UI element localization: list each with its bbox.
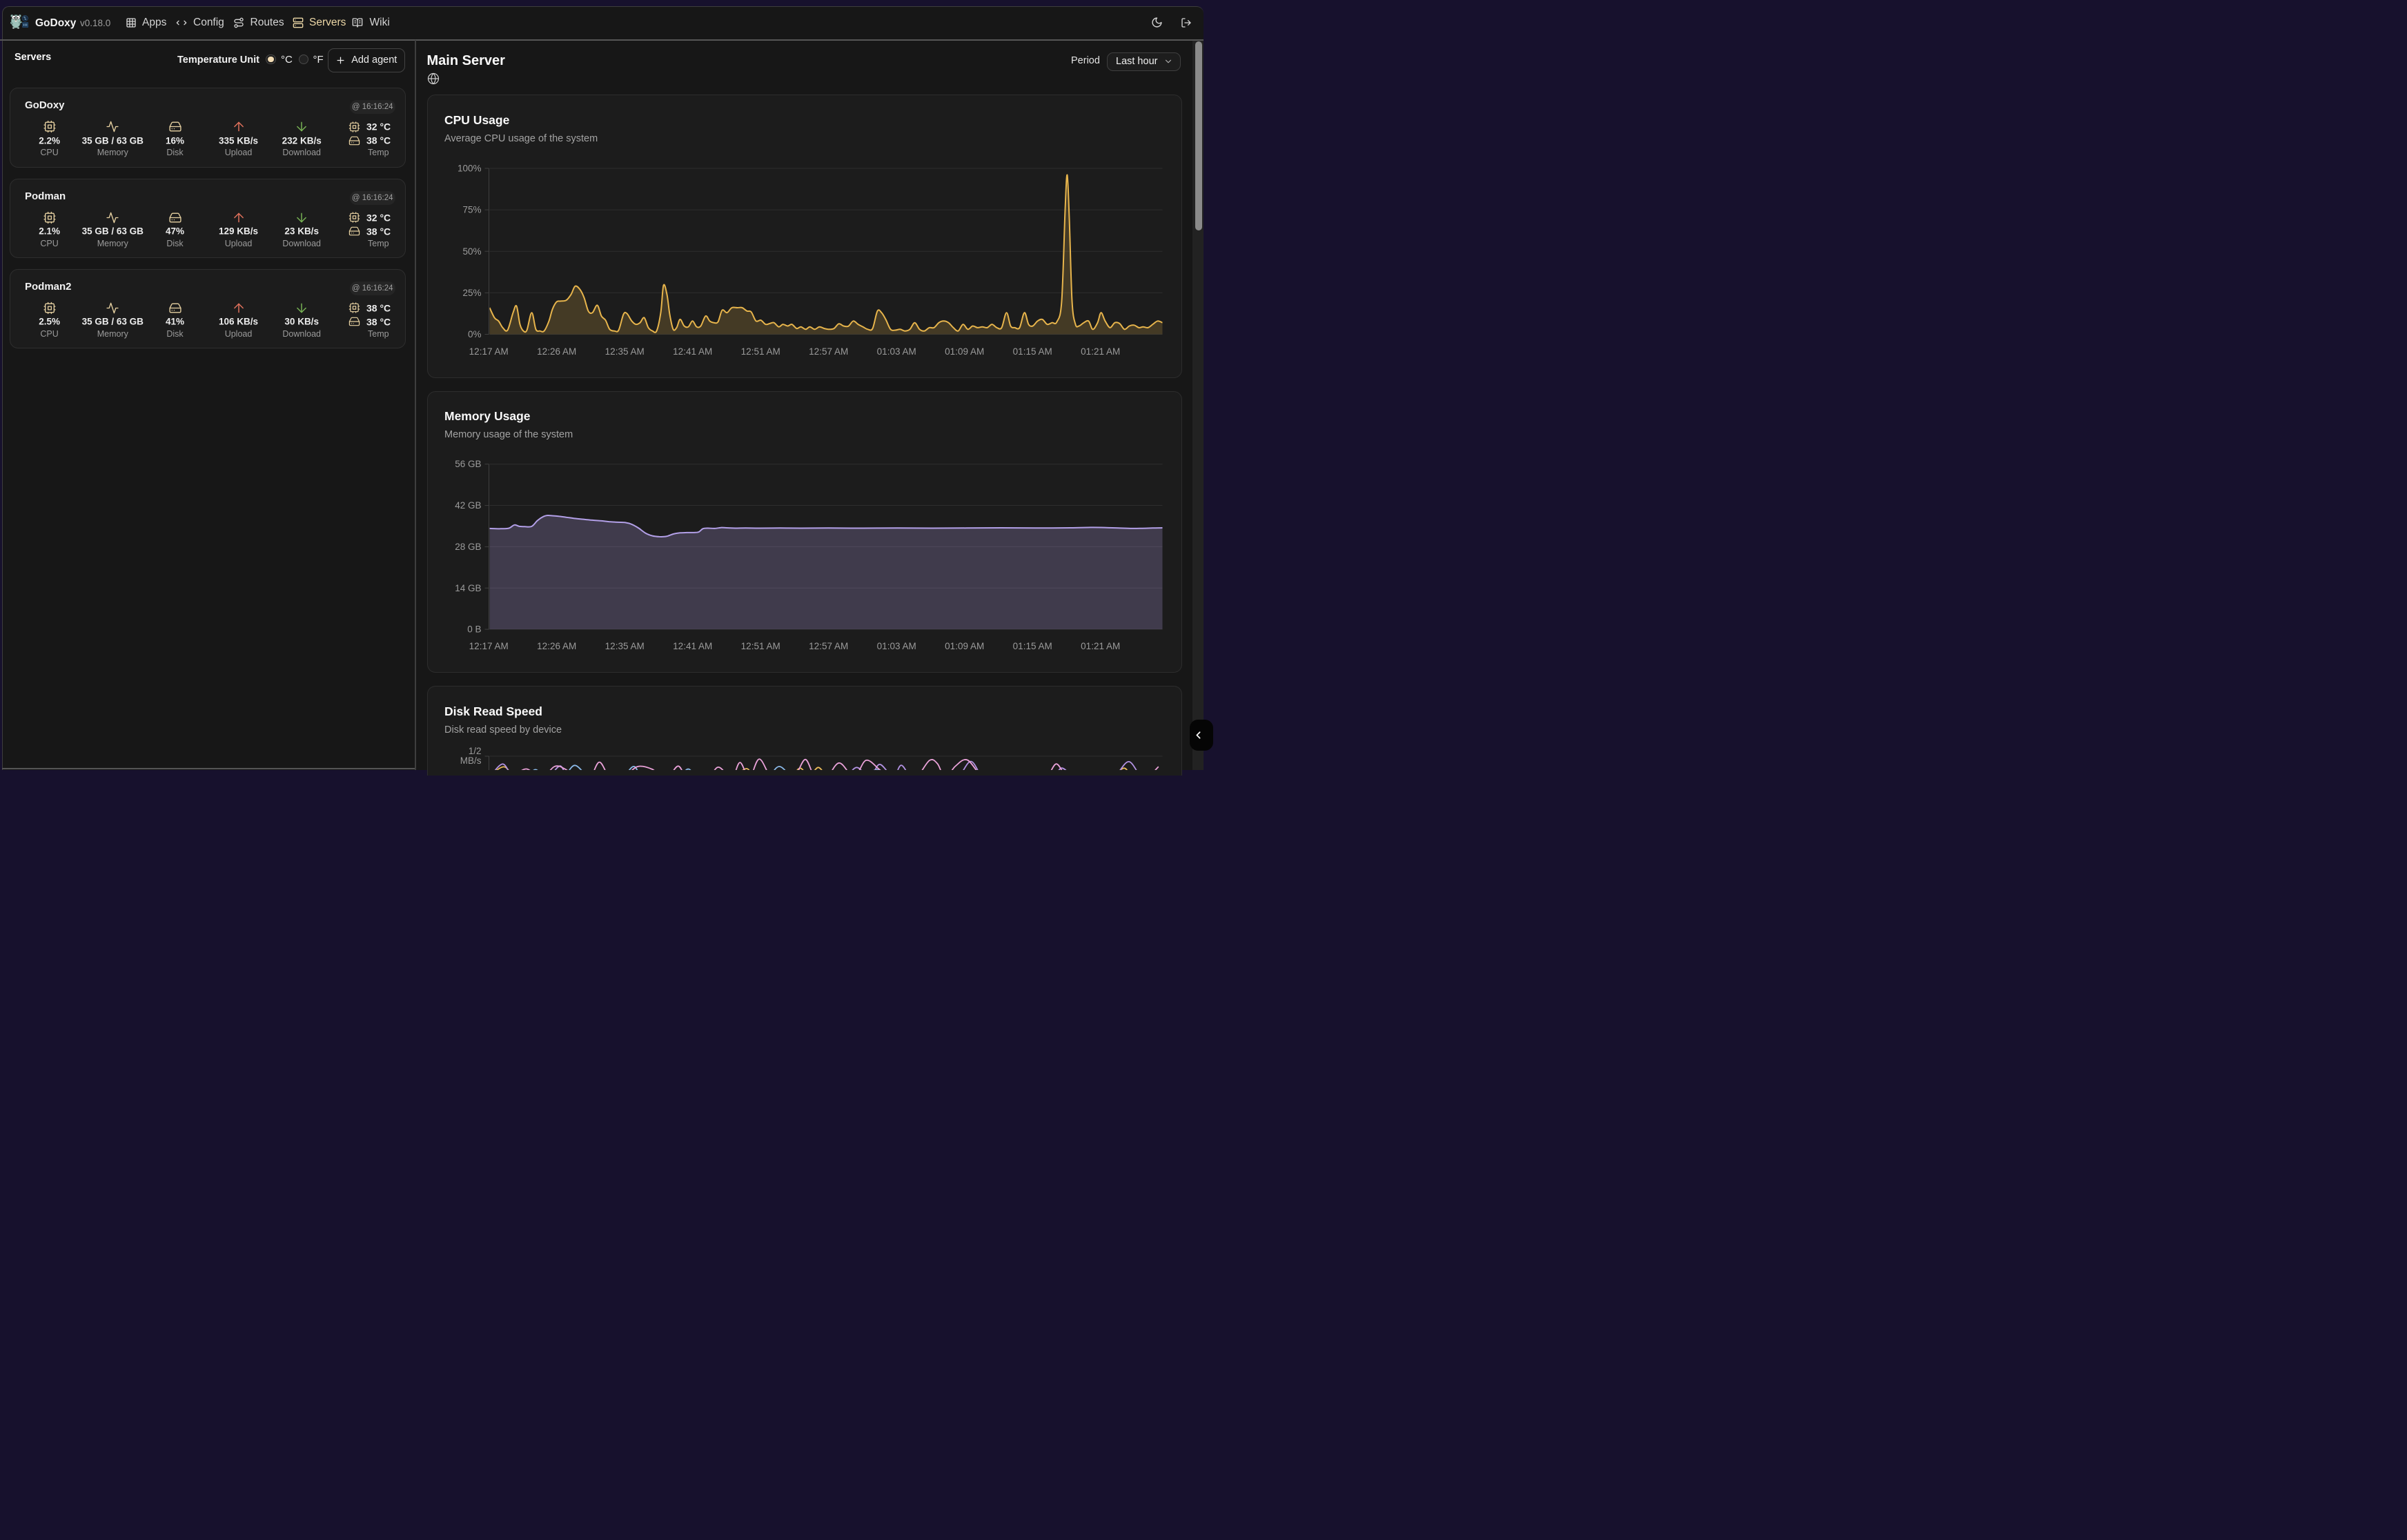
svg-text:01:15 AM: 01:15 AM xyxy=(1012,640,1052,651)
svg-text:56 GB: 56 GB xyxy=(455,459,481,469)
svg-text:01:21 AM: 01:21 AM xyxy=(1081,346,1120,357)
svg-text:01:09 AM: 01:09 AM xyxy=(945,640,984,651)
svg-text:75%: 75% xyxy=(462,205,481,215)
svg-text:12:35 AM: 12:35 AM xyxy=(605,640,644,651)
svg-text:01:15 AM: 01:15 AM xyxy=(1012,346,1052,357)
svg-text:12:51 AM: 12:51 AM xyxy=(740,346,780,357)
svg-text:14 GB: 14 GB xyxy=(455,582,481,593)
svg-text:12:35 AM: 12:35 AM xyxy=(605,346,644,357)
svg-text:01:09 AM: 01:09 AM xyxy=(945,346,984,357)
svg-text:12:41 AM: 12:41 AM xyxy=(673,640,712,651)
svg-text:01:03 AM: 01:03 AM xyxy=(876,640,916,651)
svg-text:28 GB: 28 GB xyxy=(455,541,481,551)
svg-text:12:17 AM: 12:17 AM xyxy=(469,346,508,357)
svg-text:0 B: 0 B xyxy=(467,624,481,634)
svg-text:01:21 AM: 01:21 AM xyxy=(1081,640,1120,651)
svg-text:12:41 AM: 12:41 AM xyxy=(673,346,712,357)
svg-text:42 GB: 42 GB xyxy=(455,500,481,511)
svg-text:1/2: 1/2 xyxy=(468,746,481,756)
svg-text:MB/s: MB/s xyxy=(460,756,481,766)
svg-text:01:03 AM: 01:03 AM xyxy=(876,346,916,357)
svg-text:50%: 50% xyxy=(462,246,481,257)
svg-text:12:57 AM: 12:57 AM xyxy=(809,346,848,357)
svg-text:12:17 AM: 12:17 AM xyxy=(469,640,508,651)
svg-text:12:51 AM: 12:51 AM xyxy=(740,640,780,651)
svg-text:25%: 25% xyxy=(462,288,481,298)
svg-text:12:26 AM: 12:26 AM xyxy=(537,640,576,651)
svg-text:12:57 AM: 12:57 AM xyxy=(809,640,848,651)
svg-text:12:26 AM: 12:26 AM xyxy=(537,346,576,357)
svg-text:100%: 100% xyxy=(457,164,481,174)
svg-text:0%: 0% xyxy=(467,329,481,339)
